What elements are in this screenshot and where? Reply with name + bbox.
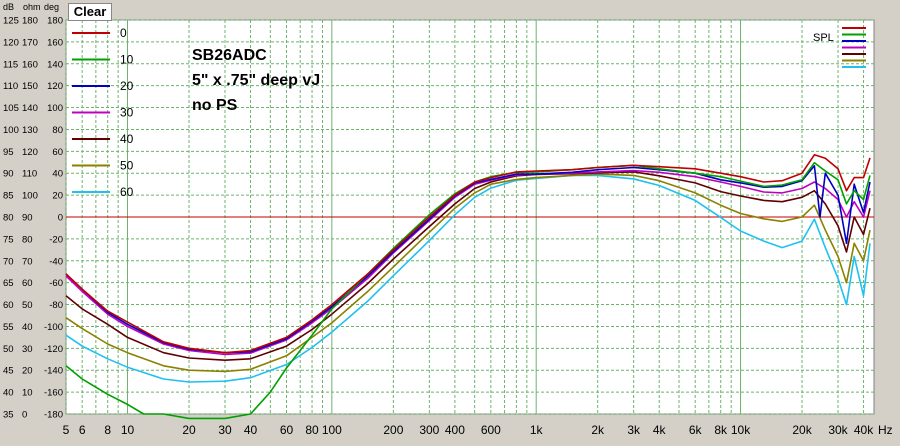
annotation-text: 5" x .75" deep vJ (192, 72, 320, 89)
y-tick-ohm: 120 (22, 147, 38, 158)
x-tick-label: 20k (792, 423, 812, 437)
legend-label-50: 50 (120, 159, 134, 173)
y-tick-deg: -40 (49, 256, 63, 267)
x-tick-label: 40 (244, 423, 258, 437)
y-tick-ohm: 70 (22, 256, 33, 267)
x-tick-label: 2k (591, 423, 605, 437)
y-tick-db: 90 (3, 169, 14, 180)
y-tick-ohm: 130 (22, 125, 38, 136)
y-tick-ohm: 110 (22, 169, 37, 180)
y-tick-deg: -180 (44, 410, 63, 421)
y-tick-ohm: 100 (22, 191, 38, 202)
y-tick-db: 60 (3, 300, 14, 311)
y-tick-db: 100 (3, 125, 19, 136)
y-tick-deg: 60 (52, 147, 63, 158)
x-tick-label: 60 (280, 423, 294, 437)
x-tick-label: 30 (218, 423, 232, 437)
x-tick-label: 8 (104, 423, 111, 437)
y-tick-db: 75 (3, 234, 14, 245)
x-tick-label: 400 (445, 423, 465, 437)
legend-label-10: 10 (120, 53, 134, 67)
x-tick-label: 10 (121, 423, 135, 437)
annotation-text: no PS (192, 97, 238, 114)
y-tick-ohm: 150 (22, 81, 38, 92)
frequency-response-chart: 0 10 20 30 40 50 60 SPL SB26ADC 5" x .75" deep … (0, 0, 900, 441)
x-tick-label: 6 (79, 423, 86, 437)
axis-header-db: dB (3, 2, 14, 12)
x-tick-label: 600 (481, 423, 501, 437)
y-tick-deg: -20 (49, 234, 63, 245)
x-tick-label: 10k (731, 423, 751, 437)
y-tick-deg: -120 (44, 344, 63, 355)
y-tick-deg: 20 (52, 191, 63, 202)
y-tick-ohm: 140 (22, 103, 38, 114)
y-tick-db: 45 (3, 366, 14, 377)
y-tick-ohm: 0 (22, 410, 27, 421)
y-tick-deg: 40 (52, 169, 63, 180)
y-tick-deg: 180 (47, 16, 63, 27)
legend-label-60: 60 (120, 185, 134, 199)
spl-label: SPL (813, 32, 834, 44)
x-tick-label: 3k (627, 423, 641, 437)
x-tick-label: 8k (714, 423, 728, 437)
y-tick-deg: 80 (52, 125, 63, 136)
y-tick-ohm: 40 (22, 322, 33, 333)
y-tick-ohm: 170 (22, 37, 38, 48)
y-tick-deg: -60 (49, 278, 63, 289)
y-tick-ohm: 10 (22, 388, 33, 399)
y-tick-ohm: 80 (22, 234, 33, 245)
y-tick-deg: 0 (58, 213, 63, 224)
y-tick-deg: -140 (44, 366, 63, 377)
x-tick-label: 300 (419, 423, 439, 437)
legend-label-0: 0 (120, 26, 127, 40)
y-tick-db: 125 (3, 16, 19, 27)
chart-svg: 0102030405060 SPL SB26ADC5" x .75" deep … (0, 0, 900, 441)
legend-label-20: 20 (120, 79, 134, 93)
clear-button[interactable]: Clear (68, 3, 112, 21)
y-tick-ohm: 90 (22, 213, 33, 224)
y-tick-ohm: 50 (22, 300, 33, 311)
x-tick-label: 5 (63, 423, 70, 437)
y-tick-db: 115 (3, 59, 18, 70)
y-tick-deg: -160 (44, 388, 63, 399)
axis-header-deg: deg (44, 2, 59, 12)
y-tick-deg: 100 (47, 103, 63, 114)
y-tick-db: 55 (3, 322, 14, 333)
y-tick-db: 95 (3, 147, 14, 158)
y-tick-deg: 120 (47, 81, 63, 92)
x-tick-label: 80 (305, 423, 319, 437)
axis-header-ohm: ohm (23, 2, 41, 12)
y-tick-ohm: 180 (22, 16, 38, 27)
x-tick-label: 20 (182, 423, 196, 437)
x-tick-label: 4k (653, 423, 667, 437)
y-tick-db: 50 (3, 344, 14, 355)
y-tick-db: 65 (3, 278, 14, 289)
annotation-text: SB26ADC (192, 47, 267, 64)
y-tick-db: 40 (3, 388, 14, 399)
x-axis-unit-label: Hz (878, 423, 893, 437)
y-tick-deg: 140 (47, 59, 63, 70)
x-tick-label: 100 (322, 423, 342, 437)
y-tick-deg: -80 (49, 300, 63, 311)
x-tick-label: 40k (854, 423, 874, 437)
x-tick-label: 6k (689, 423, 703, 437)
x-tick-label: 200 (383, 423, 403, 437)
y-tick-db: 80 (3, 213, 14, 224)
y-tick-ohm: 20 (22, 366, 33, 377)
x-tick-label: 1k (530, 423, 544, 437)
y-tick-deg: 160 (47, 37, 63, 48)
y-tick-ohm: 30 (22, 344, 33, 355)
y-tick-ohm: 60 (22, 278, 33, 289)
y-tick-deg: -100 (44, 322, 63, 333)
y-tick-ohm: 160 (22, 59, 38, 70)
legend-label-30: 30 (120, 106, 134, 120)
x-tick-label: 30k (828, 423, 848, 437)
y-tick-db: 70 (3, 256, 14, 267)
y-tick-db: 85 (3, 191, 14, 202)
legend-label-40: 40 (120, 132, 134, 146)
y-tick-db: 35 (3, 410, 14, 421)
y-tick-db: 120 (3, 37, 19, 48)
y-tick-db: 110 (3, 81, 18, 92)
y-tick-db: 105 (3, 103, 19, 114)
